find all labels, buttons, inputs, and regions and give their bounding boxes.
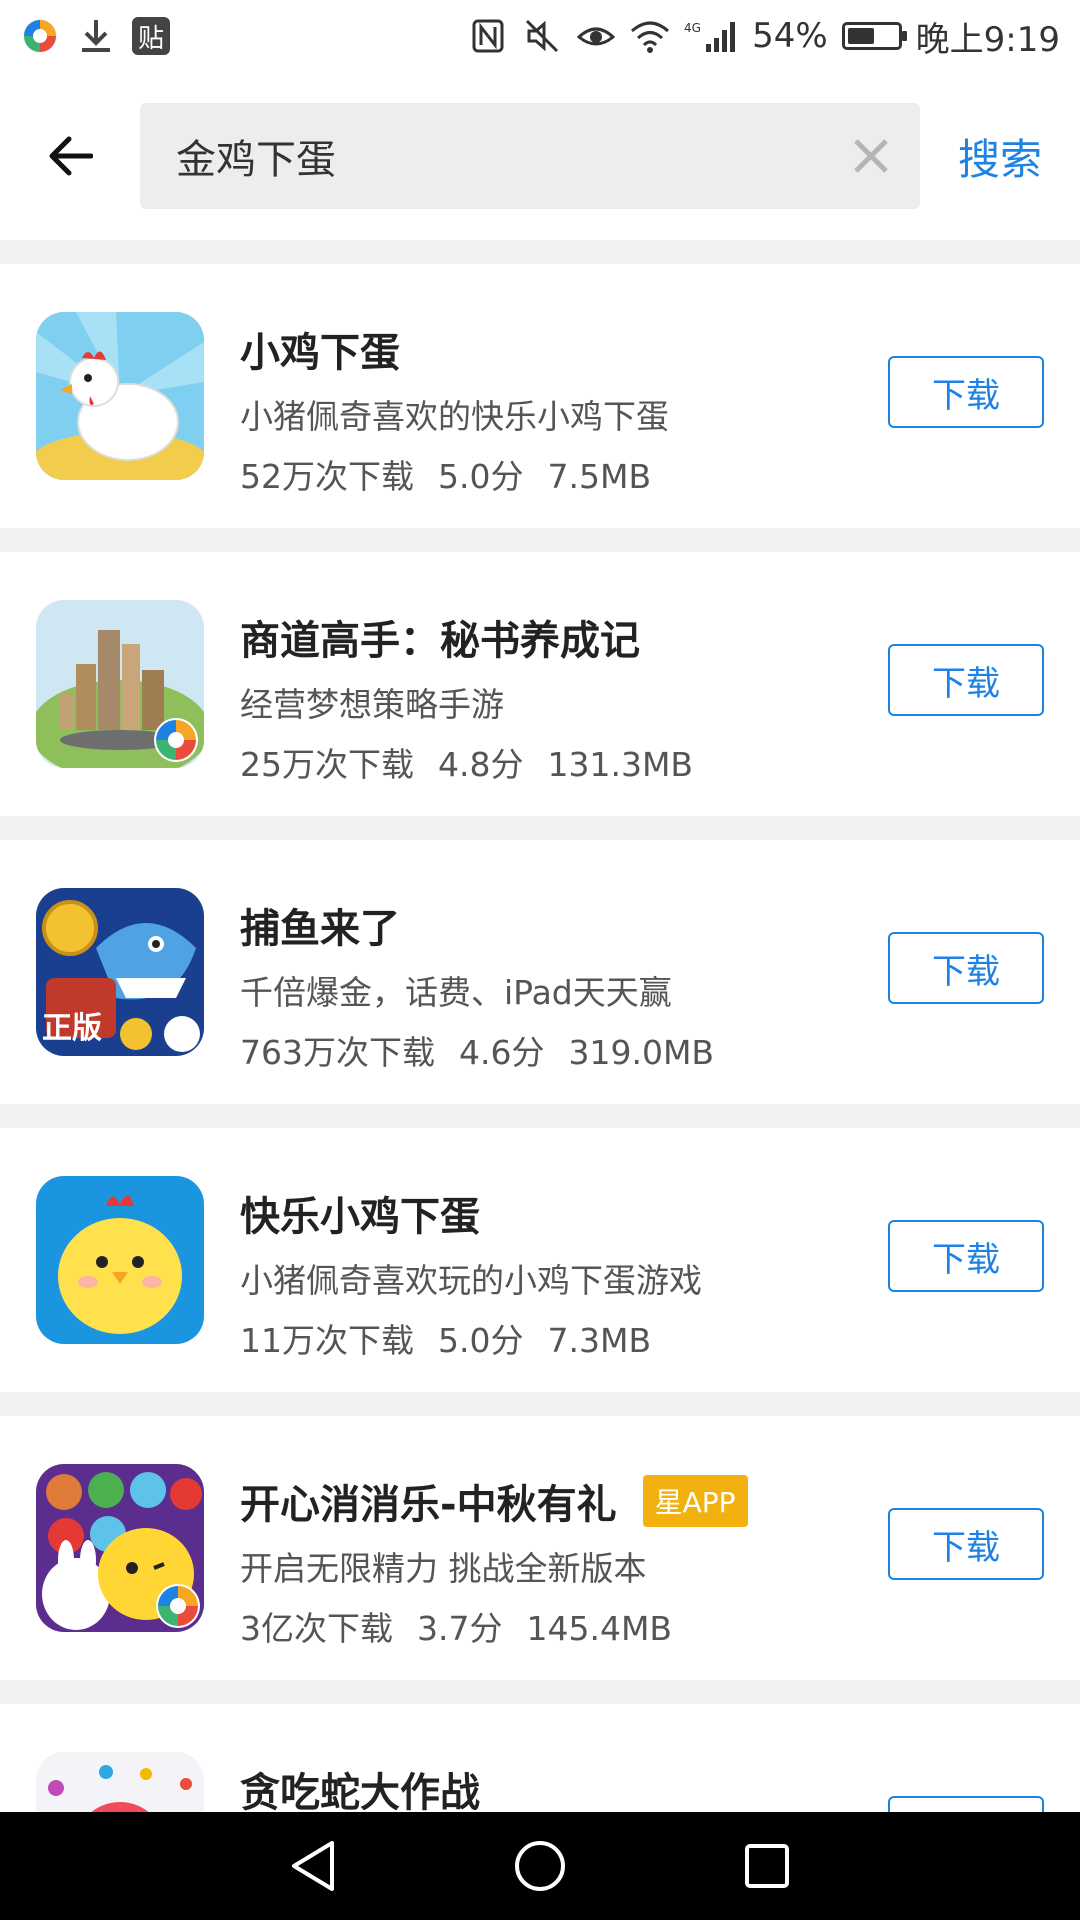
rating: 5.0分 [438,1321,524,1360]
app-result-list: 小鸡下蛋 小猪佩奇喜欢的快乐小鸡下蛋 52万次下载 5.0分 7.5MB 下载 [0,240,1080,1920]
back-arrow-icon [49,136,93,176]
close-icon [854,139,888,173]
rating: 5.0分 [438,457,524,496]
app-name: 小鸡下蛋 [240,330,400,376]
app-meta: 25万次下载 4.8分 131.3MB [240,738,840,786]
file-size: 7.5MB [547,457,652,496]
nav-recents-button[interactable] [732,1831,802,1901]
download-button[interactable]: 下载 [888,932,1044,1004]
search-button[interactable]: 搜索 [958,126,1042,187]
app-meta: 3亿次下载 3.7分 145.4MB [240,1602,840,1650]
download-count: 763万次下载 [240,1033,435,1072]
search-box[interactable]: 金鸡下蛋 [140,103,920,209]
list-item[interactable]: 商道高手：秘书养成记 经营梦想策略手游 25万次下载 4.8分 131.3MB 下载 [0,552,1080,816]
back-button[interactable] [0,72,140,240]
app-meta: 11万次下载 5.0分 7.3MB [240,1314,840,1362]
app-meta: 52万次下载 5.0分 7.5MB [240,450,840,498]
status-bar: 贴 4G 54% 晚上9:19 [0,0,1080,72]
app-description: 小猪佩奇喜欢的快乐小鸡下蛋 [240,397,669,436]
file-size: 7.3MB [547,1321,652,1360]
svg-text:4G: 4G [684,21,701,35]
battery-percent: 54% [752,16,828,56]
list-item[interactable]: 小鸡下蛋 小猪佩奇喜欢的快乐小鸡下蛋 52万次下载 5.0分 7.5MB 下载 [0,264,1080,528]
clear-search-button[interactable] [846,131,896,181]
mute-icon [522,16,562,56]
nfc-icon [468,16,508,56]
app-description: 经营梦想策略手游 [240,685,504,724]
app-name: 快乐小鸡下蛋 [240,1194,480,1240]
app-market-icon [20,16,60,56]
list-item[interactable]: 开心消消乐-中秋有礼 星APP 开启无限精力 挑战全新版本 3亿次下载 3.7分 1… [0,1416,1080,1680]
nav-back-button[interactable] [278,1831,348,1901]
file-size: 145.4MB [526,1609,673,1648]
rating: 3.7分 [417,1609,503,1648]
app-icon-city [36,600,204,768]
app-description: 小猪佩奇喜欢玩的小鸡下蛋游戏 [240,1261,702,1300]
download-button[interactable]: 下载 [888,356,1044,428]
download-icon [76,16,116,56]
triangle-back-icon [292,1841,335,1891]
download-count: 11万次下载 [240,1321,414,1360]
download-count: 52万次下载 [240,457,414,496]
wifi-icon [630,16,670,56]
square-recents-icon [744,1844,789,1888]
download-count: 25万次下载 [240,745,414,784]
download-count: 3亿次下载 [240,1609,393,1648]
rating: 4.8分 [438,745,524,784]
notification-badge-icon: 贴 [132,17,170,55]
list-item[interactable]: 正版 捕鱼来了 千倍爆金，话费、iPad天天赢 763万次下载 4.6分 319.0… [0,840,1080,1104]
app-icon-chicken [36,312,204,480]
battery-icon [841,22,907,50]
app-name: 贪吃蛇大作战 [240,1770,480,1816]
app-name: 捕鱼来了 [240,906,400,952]
download-button[interactable]: 下载 [888,644,1044,716]
app-name: 开心消消乐-中秋有礼 [240,1482,617,1528]
app-meta: 763万次下载 4.6分 319.0MB [240,1026,840,1074]
signal-icon: 4G [684,16,738,56]
app-name: 商道高手：秘书养成记 [240,618,640,664]
clock: 晚上9:19 [915,19,1060,60]
download-button[interactable]: 下载 [888,1220,1044,1292]
system-nav-bar [0,1812,1080,1920]
file-size: 319.0MB [568,1033,715,1072]
svg-text:正版: 正版 [42,1011,102,1046]
app-icon-fishing: 正版 [36,888,204,1056]
file-size: 131.3MB [547,745,694,784]
app-description: 开启无限精力 挑战全新版本 [240,1549,647,1588]
list-item[interactable]: 快乐小鸡下蛋 小猪佩奇喜欢玩的小鸡下蛋游戏 11万次下载 5.0分 7.3MB 下载 [0,1128,1080,1392]
app-icon-match3 [36,1464,204,1632]
search-header: 金鸡下蛋 搜索 [0,72,1080,240]
rating: 4.6分 [459,1033,545,1072]
app-description: 千倍爆金，话费、iPad天天赢 [240,973,672,1012]
circle-home-icon [514,1841,565,1891]
download-button[interactable]: 下载 [888,1508,1044,1580]
star-app-badge: 星APP [642,1475,748,1527]
search-input[interactable]: 金鸡下蛋 [176,127,336,185]
nav-home-button[interactable] [505,1831,575,1901]
app-icon-yellow-chick [36,1176,204,1344]
eye-comfort-icon [576,16,616,56]
